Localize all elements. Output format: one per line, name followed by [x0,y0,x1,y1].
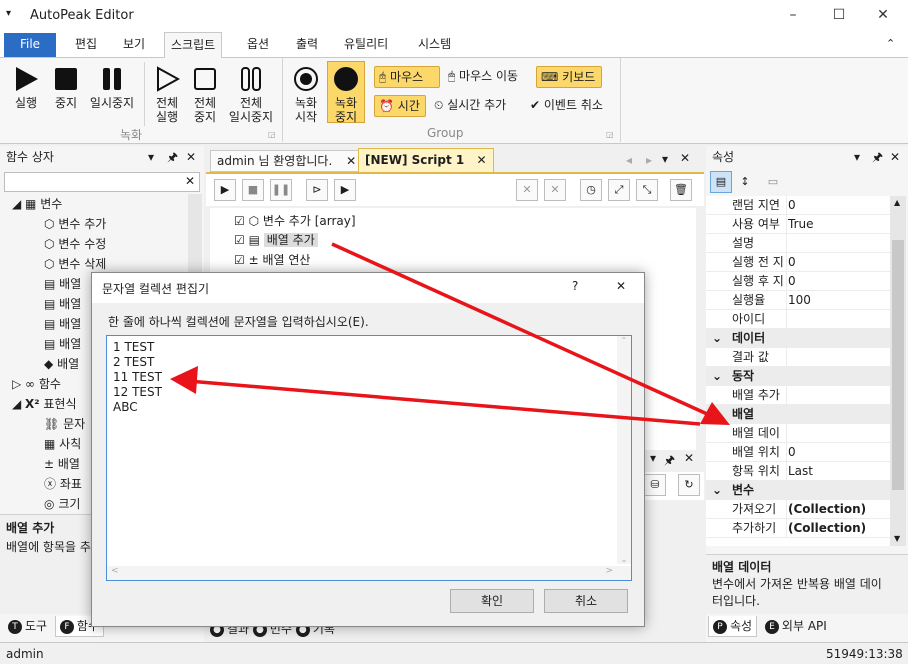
annotation-arrows [170,242,730,426]
status-user: admin [6,647,44,661]
status-clock: 51949:13:38 [826,647,903,661]
arrowhead-2 [170,366,198,394]
status-bar: admin 51949:13:38 [0,642,908,664]
arrow-line-2 [187,379,701,426]
arrow-line-1 [331,242,717,420]
